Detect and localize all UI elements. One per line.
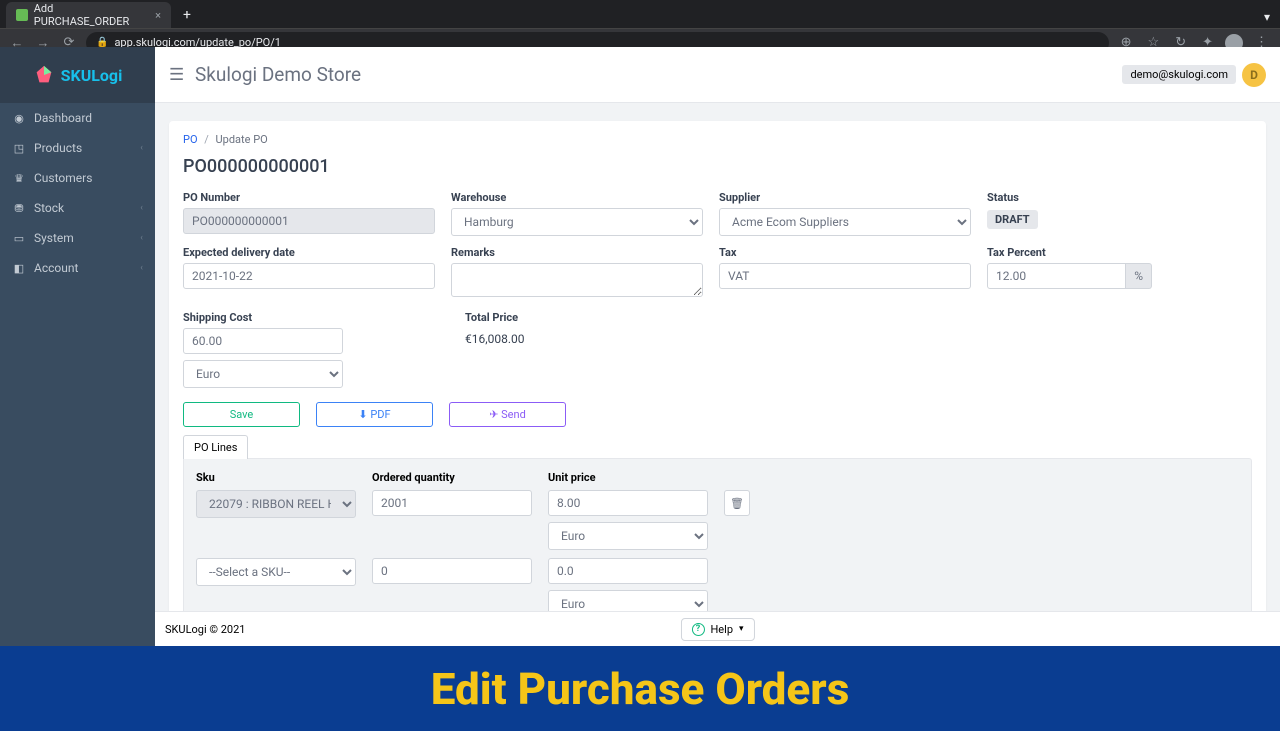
breadcrumb-root[interactable]: PO: [183, 133, 198, 146]
label-po-number: PO Number: [183, 191, 435, 204]
line-currency-select[interactable]: Euro: [548, 590, 708, 611]
topbar: ☰ Skulogi Demo Store demo@skulogi.com D: [155, 47, 1280, 103]
label-status: Status: [987, 191, 1152, 204]
line-currency-select[interactable]: Euro: [548, 522, 708, 550]
label-warehouse: Warehouse: [451, 191, 703, 204]
tab-po-lines[interactable]: PO Lines: [183, 435, 248, 459]
trash-icon: 🗑: [730, 497, 744, 510]
label-total: Total Price: [465, 311, 645, 324]
label-tax: Tax: [719, 246, 971, 259]
chevron-left-icon: ‹: [140, 203, 143, 213]
sidebar-item-stock[interactable]: ⛃Stock‹: [0, 193, 155, 223]
tax-field[interactable]: [719, 263, 971, 289]
user-email[interactable]: demo@skulogi.com: [1122, 65, 1236, 84]
brand-name: SKULogi: [61, 66, 123, 85]
remarks-field[interactable]: [451, 263, 703, 297]
store-name: Skulogi Demo Store: [195, 63, 361, 86]
line-qty-field[interactable]: [372, 490, 532, 516]
breadcrumb-separator: /: [204, 133, 209, 146]
warehouse-select[interactable]: Hamburg: [451, 208, 703, 236]
favicon-icon: [16, 9, 28, 21]
shipping-cost-field[interactable]: [183, 328, 343, 354]
footer: SKULogi © 2021 ? Help ▾: [155, 611, 1280, 646]
percent-symbol: %: [1126, 263, 1152, 289]
line-price-field[interactable]: [548, 558, 708, 584]
save-button[interactable]: Save: [183, 402, 300, 427]
tax-percent-field[interactable]: [987, 263, 1126, 289]
help-icon: ?: [691, 623, 704, 636]
status-badge: DRAFT: [987, 210, 1038, 229]
send-button[interactable]: ✈ Send: [449, 402, 566, 427]
header-qty: Ordered quantity: [372, 471, 532, 484]
breadcrumb: PO / Update PO: [183, 133, 1252, 146]
label-shipping: Shipping Cost: [183, 311, 343, 324]
caption-banner: Edit Purchase Orders: [0, 646, 1280, 731]
line-sku-select[interactable]: 22079 : RIBBON REEL HEARTS D: [196, 490, 356, 518]
tab-title: Add PURCHASE_ORDER: [34, 2, 149, 28]
hamburger-icon[interactable]: ☰: [169, 65, 195, 85]
line-qty-field[interactable]: [372, 558, 532, 584]
header-price: Unit price: [548, 471, 708, 484]
browser-chrome: Add PURCHASE_ORDER × + ▾ ← → ⟳ 🔒 app.sku…: [0, 0, 1280, 47]
shipping-currency-select[interactable]: Euro: [183, 360, 343, 388]
browser-tab[interactable]: Add PURCHASE_ORDER ×: [6, 2, 171, 28]
products-icon: ◳: [12, 142, 26, 155]
sidebar: SKULogi ◉Dashboard ◳Products‹ ♛Customers…: [0, 47, 155, 646]
dashboard-icon: ◉: [12, 112, 26, 125]
user-avatar[interactable]: D: [1242, 63, 1266, 87]
page-title: PO000000000001: [183, 156, 1252, 177]
send-icon: ✈: [489, 408, 498, 421]
total-price: €16,008.00: [465, 328, 645, 346]
expected-date-field[interactable]: [183, 263, 435, 289]
chevron-left-icon: ‹: [140, 143, 143, 153]
line-price-field[interactable]: [548, 490, 708, 516]
supplier-select[interactable]: Acme Ecom Suppliers: [719, 208, 971, 236]
help-button[interactable]: ? Help ▾: [680, 618, 754, 641]
chevron-left-icon: ‹: [140, 233, 143, 243]
label-expected-date: Expected delivery date: [183, 246, 435, 259]
system-icon: ▭: [12, 232, 26, 245]
logo-icon: [33, 64, 55, 86]
new-tab-button[interactable]: +: [175, 2, 199, 28]
brand-logo[interactable]: SKULogi: [0, 47, 155, 103]
label-supplier: Supplier: [719, 191, 971, 204]
pdf-button[interactable]: ⬇ PDF: [316, 402, 433, 427]
po-number-field: [183, 208, 435, 234]
sidebar-item-products[interactable]: ◳Products‹: [0, 133, 155, 163]
sidebar-item-account[interactable]: ◧Account‹: [0, 253, 155, 283]
line-sku-select[interactable]: --Select a SKU--: [196, 558, 356, 586]
download-icon: ⬇: [358, 408, 367, 421]
sidebar-item-system[interactable]: ▭System‹: [0, 223, 155, 253]
header-sku: Sku: [196, 471, 356, 484]
sidebar-item-customers[interactable]: ♛Customers: [0, 163, 155, 193]
delete-line-button[interactable]: 🗑: [724, 490, 750, 516]
banner-title: Edit Purchase Orders: [431, 663, 850, 715]
label-tax-percent: Tax Percent: [987, 246, 1152, 259]
po-lines-pane: Sku Ordered quantity Unit price 22079 : …: [183, 458, 1252, 611]
account-icon: ◧: [12, 262, 26, 275]
stock-icon: ⛃: [12, 202, 26, 215]
label-remarks: Remarks: [451, 246, 703, 259]
window-minimize-icon[interactable]: ▾: [1254, 6, 1280, 28]
sidebar-item-dashboard[interactable]: ◉Dashboard: [0, 103, 155, 133]
chevron-down-icon: ▾: [739, 624, 744, 634]
copyright: SKULogi © 2021: [165, 623, 245, 636]
customers-icon: ♛: [12, 172, 26, 185]
close-tab-icon[interactable]: ×: [155, 9, 161, 22]
breadcrumb-current: Update PO: [216, 133, 268, 146]
chevron-left-icon: ‹: [140, 263, 143, 273]
